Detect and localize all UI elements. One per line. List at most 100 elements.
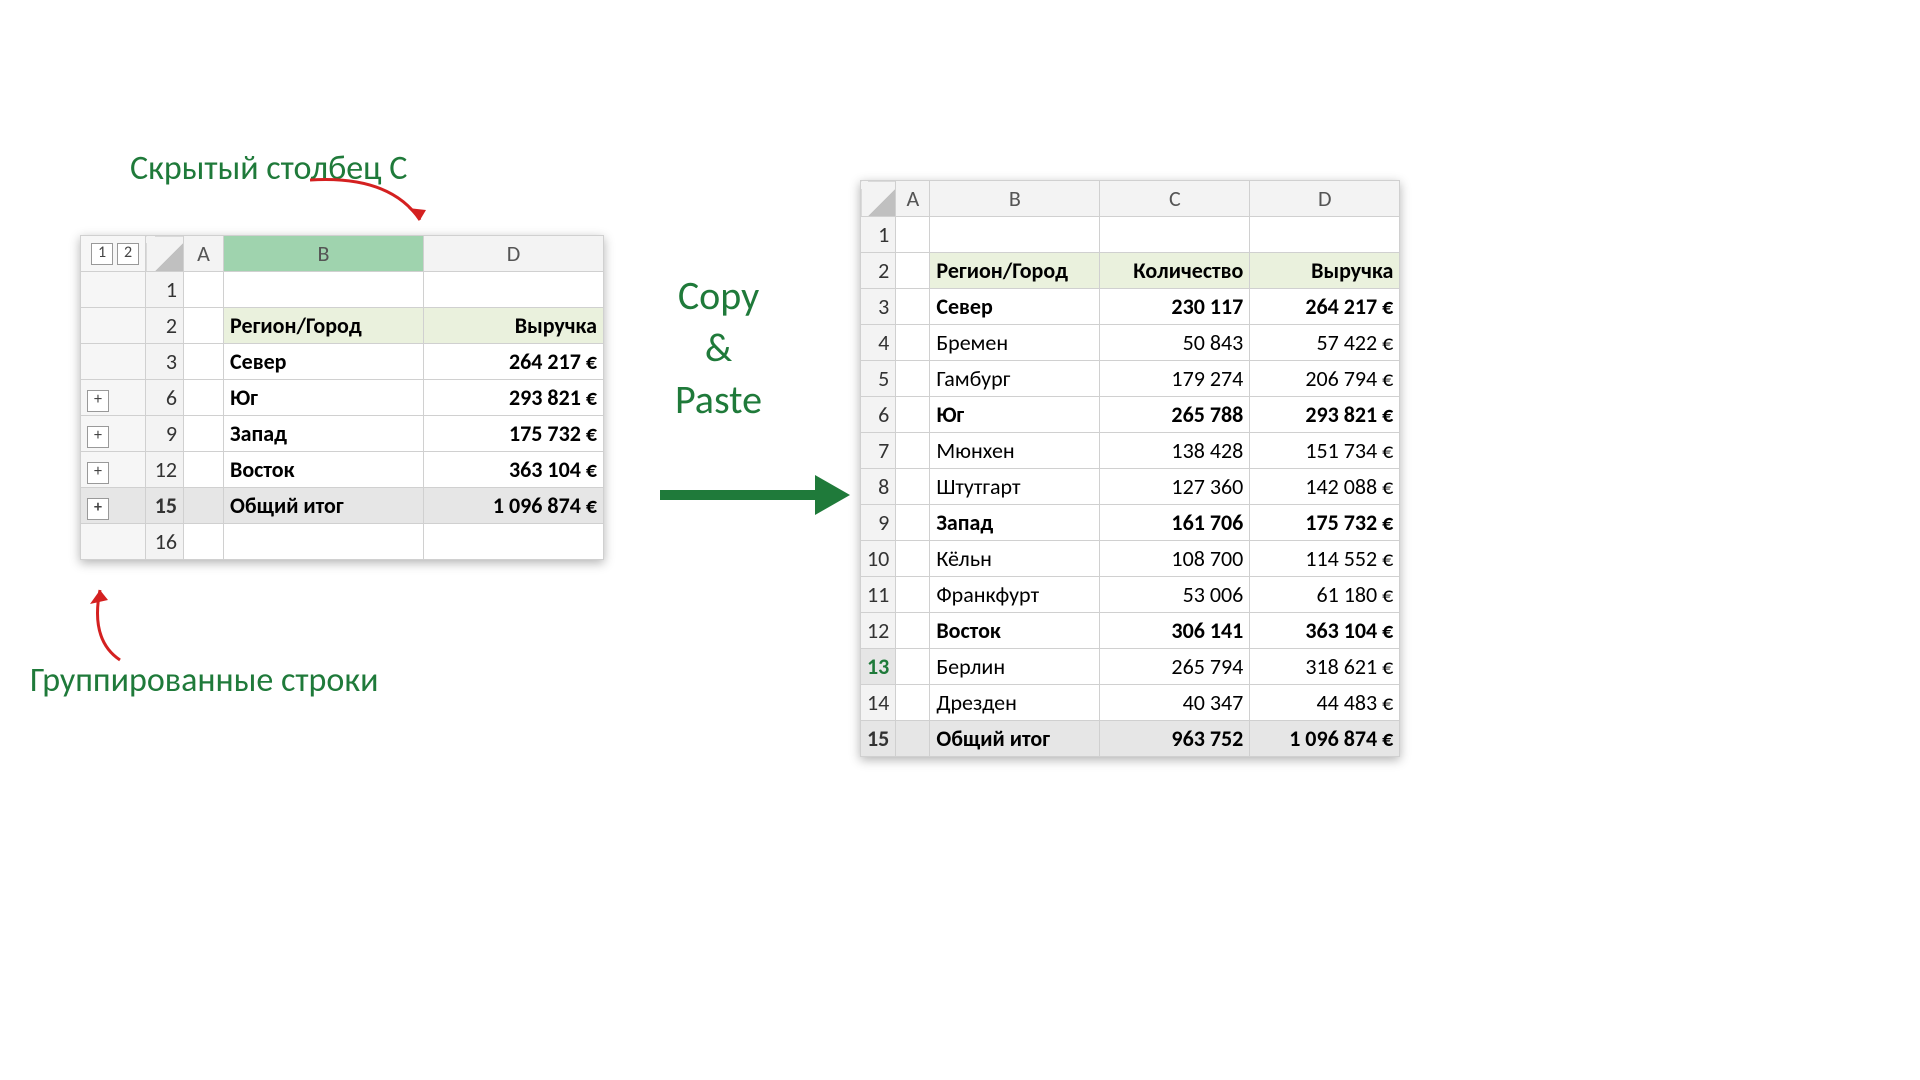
- result-grid[interactable]: A B C D 12Регион/ГородКоличествоВыручка3…: [860, 180, 1400, 757]
- col-header-a[interactable]: A: [184, 236, 224, 272]
- cell[interactable]: 161 706: [1100, 505, 1250, 541]
- cell[interactable]: [896, 613, 930, 649]
- cell[interactable]: 175 732 €: [424, 416, 604, 452]
- cell[interactable]: Север: [224, 344, 424, 380]
- row-header[interactable]: 1: [861, 217, 896, 253]
- cell[interactable]: 151 734 €: [1250, 433, 1400, 469]
- cell[interactable]: [896, 721, 930, 757]
- cell[interactable]: 363 104 €: [1250, 613, 1400, 649]
- cell[interactable]: Регион/Город: [930, 253, 1100, 289]
- cell[interactable]: [224, 272, 424, 308]
- cell[interactable]: [184, 272, 224, 308]
- cell[interactable]: 44 483 €: [1250, 685, 1400, 721]
- cell[interactable]: Запад: [930, 505, 1100, 541]
- row-header[interactable]: 10: [861, 541, 896, 577]
- cell[interactable]: Восток: [224, 452, 424, 488]
- cell[interactable]: Количество: [1100, 253, 1250, 289]
- cell[interactable]: [184, 452, 224, 488]
- select-all-corner[interactable]: [861, 181, 896, 217]
- cell[interactable]: 318 621 €: [1250, 649, 1400, 685]
- cell[interactable]: 1 096 874 €: [1250, 721, 1400, 757]
- cell[interactable]: [896, 577, 930, 613]
- cell[interactable]: 179 274: [1100, 361, 1250, 397]
- row-header[interactable]: 7: [861, 433, 896, 469]
- cell[interactable]: 175 732 €: [1250, 505, 1400, 541]
- cell[interactable]: 265 794: [1100, 649, 1250, 685]
- row-header[interactable]: 4: [861, 325, 896, 361]
- cell[interactable]: 138 428: [1100, 433, 1250, 469]
- col-header-c[interactable]: C: [1100, 181, 1250, 217]
- cell[interactable]: [896, 685, 930, 721]
- cell[interactable]: [184, 380, 224, 416]
- cell[interactable]: [184, 488, 224, 524]
- row-header[interactable]: 9: [146, 416, 184, 452]
- row-header[interactable]: 16: [146, 524, 184, 560]
- row-header[interactable]: 12: [146, 452, 184, 488]
- cell[interactable]: [896, 253, 930, 289]
- cell[interactable]: 963 752: [1100, 721, 1250, 757]
- outline-expand-button[interactable]: +: [87, 390, 109, 412]
- cell[interactable]: [424, 272, 604, 308]
- cell[interactable]: 264 217 €: [424, 344, 604, 380]
- cell[interactable]: [896, 433, 930, 469]
- row-header[interactable]: 8: [861, 469, 896, 505]
- row-header[interactable]: 6: [146, 380, 184, 416]
- col-header-d[interactable]: D: [1250, 181, 1400, 217]
- row-header[interactable]: 2: [861, 253, 896, 289]
- cell[interactable]: Гамбург: [930, 361, 1100, 397]
- cell[interactable]: 206 794 €: [1250, 361, 1400, 397]
- row-header[interactable]: 3: [861, 289, 896, 325]
- col-header-b[interactable]: B: [224, 236, 424, 272]
- cell[interactable]: 40 347: [1100, 685, 1250, 721]
- col-header-b[interactable]: B: [930, 181, 1100, 217]
- col-header-d[interactable]: D: [424, 236, 604, 272]
- cell[interactable]: [896, 541, 930, 577]
- cell[interactable]: [184, 524, 224, 560]
- cell[interactable]: [424, 524, 604, 560]
- cell[interactable]: [1100, 217, 1250, 253]
- cell[interactable]: [1250, 217, 1400, 253]
- cell[interactable]: 264 217 €: [1250, 289, 1400, 325]
- row-header[interactable]: 11: [861, 577, 896, 613]
- cell[interactable]: Север: [930, 289, 1100, 325]
- select-all-corner[interactable]: [146, 236, 184, 272]
- row-header[interactable]: 1: [146, 272, 184, 308]
- cell[interactable]: [930, 217, 1100, 253]
- row-header[interactable]: 5: [861, 361, 896, 397]
- cell[interactable]: 293 821 €: [424, 380, 604, 416]
- cell[interactable]: [184, 308, 224, 344]
- cell[interactable]: 50 843: [1100, 325, 1250, 361]
- row-header[interactable]: 15: [861, 721, 896, 757]
- cell[interactable]: 293 821 €: [1250, 397, 1400, 433]
- cell[interactable]: 306 141: [1100, 613, 1250, 649]
- row-header[interactable]: 15: [146, 488, 184, 524]
- cell[interactable]: 114 552 €: [1250, 541, 1400, 577]
- cell[interactable]: [896, 397, 930, 433]
- cell[interactable]: [896, 361, 930, 397]
- cell[interactable]: Бремен: [930, 325, 1100, 361]
- outline-level-2-button[interactable]: 2: [117, 243, 139, 265]
- cell[interactable]: 53 006: [1100, 577, 1250, 613]
- cell[interactable]: 142 088 €: [1250, 469, 1400, 505]
- col-header-a[interactable]: A: [896, 181, 930, 217]
- row-header[interactable]: 13: [861, 649, 896, 685]
- row-header[interactable]: 6: [861, 397, 896, 433]
- cell[interactable]: [896, 649, 930, 685]
- cell[interactable]: [184, 416, 224, 452]
- cell[interactable]: Кёльн: [930, 541, 1100, 577]
- cell[interactable]: Дрезден: [930, 685, 1100, 721]
- source-grid[interactable]: 1 2 A B D 12Регион/ГородВыручка3Север264…: [80, 235, 604, 560]
- cell[interactable]: 1 096 874 €: [424, 488, 604, 524]
- cell[interactable]: Штутгарт: [930, 469, 1100, 505]
- cell[interactable]: Общий итог: [930, 721, 1100, 757]
- cell[interactable]: [184, 344, 224, 380]
- row-header[interactable]: 12: [861, 613, 896, 649]
- row-header[interactable]: 14: [861, 685, 896, 721]
- cell[interactable]: 61 180 €: [1250, 577, 1400, 613]
- row-header[interactable]: 9: [861, 505, 896, 541]
- cell[interactable]: 127 360: [1100, 469, 1250, 505]
- cell[interactable]: Восток: [930, 613, 1100, 649]
- cell[interactable]: Юг: [224, 380, 424, 416]
- cell[interactable]: Юг: [930, 397, 1100, 433]
- cell[interactable]: Франкфурт: [930, 577, 1100, 613]
